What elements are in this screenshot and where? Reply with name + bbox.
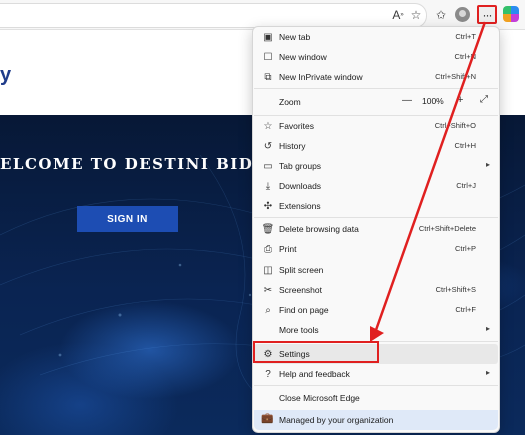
briefcase-icon: 💼 bbox=[261, 413, 274, 424]
menu-item-new-inprivate-window[interactable]: ⧉ New InPrivate window Ctrl+Shift+N bbox=[254, 67, 498, 87]
menu-item-extensions[interactable]: ✣ Extensions bbox=[254, 196, 498, 216]
profile-avatar[interactable] bbox=[455, 7, 470, 22]
menu-item-print[interactable]: ⎙ Print Ctrl+P bbox=[254, 239, 498, 259]
print-icon: ⎙ bbox=[264, 243, 272, 255]
menu-item-favorites[interactable]: ☆ Favorites Ctrl+Shift+O bbox=[254, 116, 498, 136]
download-icon: ⤓ bbox=[265, 180, 271, 192]
menu-item-zoom: Zoom — 100% + ⤢ bbox=[279, 94, 488, 107]
history-icon: ↺ bbox=[263, 140, 273, 152]
help-icon: ? bbox=[265, 368, 271, 380]
menu-item-more-tools[interactable]: More tools ▸ bbox=[254, 320, 498, 340]
tab-groups-icon: ▭ bbox=[263, 160, 273, 172]
chevron-right-icon: ▸ bbox=[485, 368, 490, 377]
inprivate-icon: ⧉ bbox=[264, 71, 272, 83]
favorites-collection-icon[interactable]: ✩ bbox=[431, 5, 451, 25]
menu-divider bbox=[254, 88, 498, 89]
extensions-icon: ✣ bbox=[263, 200, 273, 212]
menu-item-new-tab[interactable]: ▣ New tab Ctrl+T bbox=[254, 27, 498, 47]
zoom-level: 100% bbox=[422, 96, 444, 106]
settings-highlight-box bbox=[253, 341, 379, 363]
more-options-button[interactable]: ··· bbox=[477, 5, 497, 24]
menu-item-new-window[interactable]: ☐ New window Ctrl+N bbox=[254, 47, 498, 67]
read-aloud-icon[interactable]: A» bbox=[388, 5, 408, 25]
favorites-icon: ☆ bbox=[263, 120, 273, 132]
menu-item-screenshot[interactable]: ✂ Screenshot Ctrl+Shift+S bbox=[254, 280, 498, 300]
menu-item-help-and-feedback[interactable]: ? Help and feedback ▸ bbox=[254, 364, 498, 384]
address-bar[interactable] bbox=[0, 3, 427, 28]
menu-item-split-screen[interactable]: ◫ Split screen bbox=[254, 260, 498, 280]
screenshot-icon: ✂ bbox=[263, 284, 273, 296]
new-window-icon: ☐ bbox=[263, 51, 273, 63]
favorite-star-icon[interactable]: ☆ bbox=[406, 5, 426, 25]
settings-and-more-menu: ▣ New tab Ctrl+T ☐ New window Ctrl+N ⧉ N… bbox=[252, 26, 500, 433]
menu-item-history[interactable]: ↺ History Ctrl+H bbox=[254, 136, 498, 156]
chevron-right-icon: ▸ bbox=[485, 324, 490, 333]
fullscreen-icon[interactable]: ⤢ bbox=[480, 94, 488, 105]
menu-divider bbox=[254, 217, 498, 218]
menu-item-close-microsoft-edge[interactable]: Close Microsoft Edge bbox=[254, 388, 498, 408]
menu-item-find-on-page[interactable]: ⌕ Find on page Ctrl+F bbox=[254, 300, 498, 320]
managed-by-organization[interactable]: 💼 Managed by your organization bbox=[254, 410, 498, 430]
page-title-fragment: y bbox=[0, 64, 12, 86]
zoom-in-button[interactable]: + bbox=[457, 94, 463, 106]
chevron-right-icon: ▸ bbox=[485, 160, 490, 169]
trash-icon: 🗑 bbox=[261, 223, 275, 235]
more-options-icon: ··· bbox=[482, 7, 493, 22]
new-tab-icon: ▣ bbox=[263, 31, 273, 43]
menu-item-tab-groups[interactable]: ▭ Tab groups ▸ bbox=[254, 156, 498, 176]
find-icon: ⌕ bbox=[265, 304, 271, 316]
menu-item-downloads[interactable]: ⤓ Downloads Ctrl+J bbox=[254, 176, 498, 196]
zoom-out-button[interactable]: — bbox=[402, 95, 412, 106]
split-screen-icon: ◫ bbox=[263, 264, 273, 276]
sign-in-button[interactable]: SIGN IN bbox=[77, 206, 178, 232]
copilot-icon[interactable] bbox=[503, 6, 519, 22]
menu-divider bbox=[254, 385, 498, 386]
menu-item-delete-browsing-data[interactable]: 🗑 Delete browsing data Ctrl+Shift+Delete bbox=[254, 219, 498, 239]
